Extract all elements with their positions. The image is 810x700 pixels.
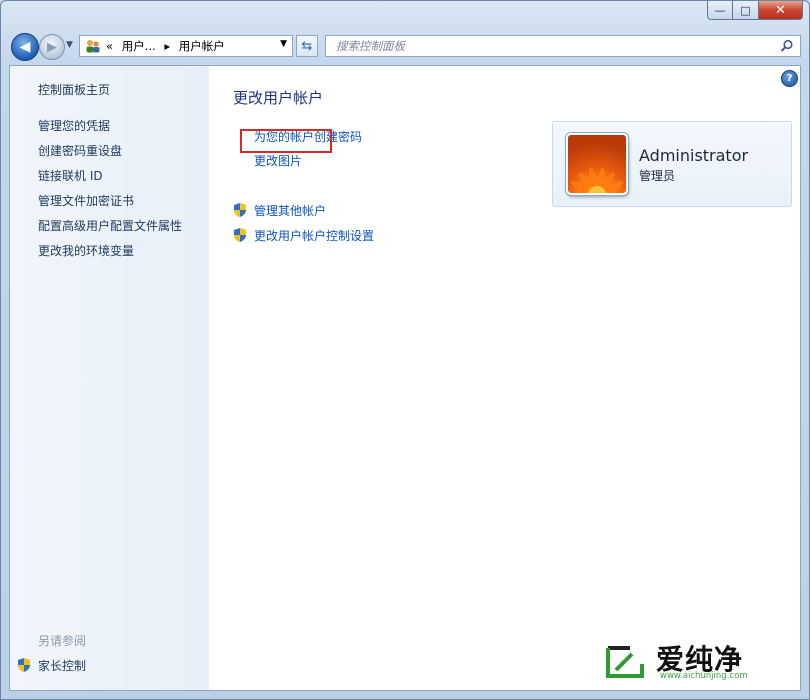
- sidebar-item-environment-variables[interactable]: 更改我的环境变量: [38, 242, 134, 259]
- refresh-icon: ⇆: [301, 38, 313, 54]
- manage-other-accounts-link[interactable]: 管理其他帐户: [254, 202, 326, 219]
- highlight-box: [240, 129, 332, 153]
- user-accounts-icon: [84, 38, 102, 54]
- task-sidebar: 控制面板主页 管理您的凭据 创建密码重设盘 链接联机 ID 管理文件加密证书 配…: [10, 66, 209, 690]
- breadcrumb-separator[interactable]: ▸: [164, 39, 170, 53]
- uac-settings-link[interactable]: 更改用户帐户控制设置: [254, 227, 374, 244]
- close-button[interactable]: ✕: [759, 1, 803, 20]
- change-picture-link[interactable]: 更改图片: [254, 152, 302, 169]
- sidebar-item-control-panel-home[interactable]: 控制面板主页: [38, 81, 110, 98]
- main-panel: ? 更改用户帐户 为您的帐户创建密码 更改图片 管理其他帐户 更改用户帐户控制设…: [209, 66, 800, 690]
- sidebar-item-link-online-id[interactable]: 链接联机 ID: [38, 167, 103, 184]
- search-icon[interactable]: [778, 37, 796, 55]
- sidebar-item-create-reset-disk[interactable]: 创建密码重设盘: [38, 142, 122, 159]
- watermark-url: www.aichunjing.com: [660, 671, 748, 681]
- uac-shield-icon: [234, 228, 246, 242]
- maximize-button[interactable]: □: [733, 1, 759, 20]
- uac-shield-icon: [234, 203, 246, 217]
- history-dropdown-icon[interactable]: ▼: [66, 40, 73, 50]
- content-area: 控制面板主页 管理您的凭据 创建密码重设盘 链接联机 ID 管理文件加密证书 配…: [9, 65, 801, 691]
- forward-arrow-icon: ▶: [47, 39, 57, 55]
- breadcrumb-parent[interactable]: 用户...: [122, 39, 156, 53]
- watermark-logo-icon: [606, 646, 644, 678]
- see-also-heading: 另请参阅: [38, 634, 87, 648]
- navigation-bar: ◀ ▶ ▼ « 用户... ▸ 用户帐户 ▼ ⇆ 搜索控制面板: [9, 31, 801, 61]
- back-arrow-icon: ◀: [19, 39, 31, 55]
- user-account-tile[interactable]: Administrator 管理员: [552, 121, 792, 207]
- breadcrumb: « 用户... ▸ 用户帐户: [106, 38, 230, 54]
- watermark: 爱纯净 www.aichunjing.com: [602, 638, 788, 684]
- address-bar[interactable]: « 用户... ▸ 用户帐户 ▼: [79, 35, 293, 57]
- user-name: Administrator: [639, 146, 749, 165]
- breadcrumb-overflow[interactable]: «: [106, 39, 113, 53]
- search-box[interactable]: 搜索控制面板: [325, 35, 801, 57]
- page-title: 更改用户帐户: [233, 89, 324, 107]
- search-input[interactable]: 搜索控制面板: [336, 38, 778, 54]
- breadcrumb-current[interactable]: 用户帐户: [179, 39, 225, 53]
- forward-button[interactable]: ▶: [39, 34, 65, 60]
- sidebar-item-manage-credentials[interactable]: 管理您的凭据: [38, 117, 110, 134]
- user-role: 管理员: [639, 169, 676, 183]
- sidebar-item-parental-controls[interactable]: 家长控制: [38, 657, 86, 674]
- address-dropdown-icon[interactable]: ▼: [280, 39, 287, 49]
- back-button[interactable]: ◀: [11, 33, 39, 61]
- minimize-button[interactable]: —: [707, 1, 733, 20]
- control-panel-window: — □ ✕ ◀ ▶ ▼ « 用户... ▸ 用户帐户 ▼ ⇆ 搜索控制面板 控制…: [0, 0, 810, 700]
- help-icon[interactable]: ?: [781, 70, 798, 87]
- sidebar-item-profile-properties[interactable]: 配置高级用户配置文件属性: [38, 217, 182, 234]
- avatar[interactable]: [566, 133, 628, 195]
- sidebar-item-encryption-certificates[interactable]: 管理文件加密证书: [38, 192, 134, 209]
- uac-shield-icon: [18, 658, 30, 672]
- refresh-button[interactable]: ⇆: [296, 35, 318, 57]
- caption-buttons: — □ ✕: [707, 1, 803, 20]
